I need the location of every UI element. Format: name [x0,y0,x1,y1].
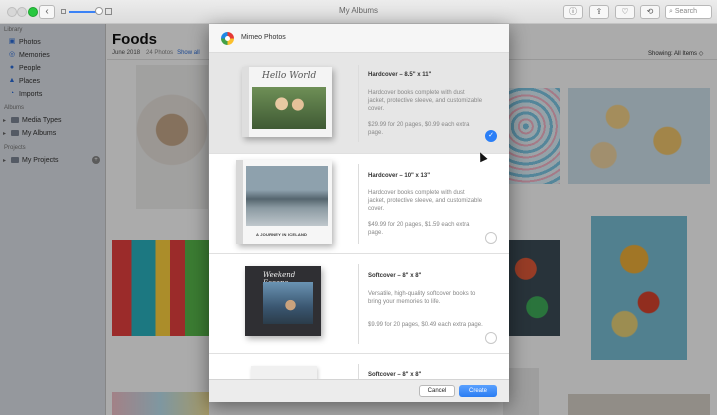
option-description: Hardcover books complete with dust jacke… [368,190,483,212]
book-spine [236,160,243,244]
book-cover-photo [252,87,326,129]
option-description: Hardcover books complete with dust jacke… [368,90,483,112]
sheet-title: Mimeo Photos [241,34,286,41]
search-placeholder: Search [674,8,698,15]
option-radio[interactable] [485,332,497,344]
photos-window: ‹ My Albums ⓘ ⇪ ♡ ⟲ ⌕ Search Library ▣ Ph… [0,0,717,415]
book-cover-photo [246,166,328,226]
share-button[interactable]: ⇪ [589,5,609,19]
option-name: Hardcover – 10" x 13" [368,173,431,179]
book-option-softcover-8x8[interactable]: Weekend Escape Softcover – 8" x 8" Versa… [209,254,509,354]
book-preview: Weekend Escape [245,266,321,336]
book-spine [242,67,249,137]
book-cover-photo [263,282,313,324]
mimeo-logo-icon [221,32,234,45]
title-bar: ‹ My Albums ⓘ ⇪ ♡ ⟲ ⌕ Search [0,0,717,24]
divider [358,65,359,142]
book-cover-text: A JOURNEY IN ICELAND [256,232,308,237]
divider [358,264,359,344]
option-price: $49.99 for 20 pages, $1.59 each extra pa… [368,222,470,236]
heart-icon: ♡ [621,7,629,16]
option-price: $9.99 for 20 pages, $0.49 each extra pag… [368,322,483,328]
sheet-header: Mimeo Photos [209,24,509,53]
option-radio-selected[interactable]: ✓ [485,130,497,142]
book-option-hardcover-10x13[interactable]: A JOURNEY IN ICELAND Hardcover – 10" x 1… [209,154,509,254]
info-button[interactable]: ⓘ [563,5,583,19]
rotate-button[interactable]: ⟲ [640,5,660,19]
info-icon: ⓘ [569,7,577,16]
option-price: $29.99 for 20 pages, $0.99 each extra pa… [368,122,470,136]
divider [358,164,359,244]
search-input[interactable]: ⌕ Search [665,5,712,19]
mimeo-photos-sheet: Mimeo Photos Hello World Hardcover – 8.5… [209,24,509,402]
book-option-hardcover-8x11[interactable]: Hello World Hardcover – 8.5" x 11" Hardc… [209,53,509,154]
book-preview: Hello World [242,67,332,137]
option-name: Softcover – 8" x 8" [368,273,422,279]
rotate-icon: ⟲ [646,7,654,16]
share-icon: ⇪ [595,7,603,16]
sheet-footer: Cancel Create [209,379,509,402]
option-name: Softcover – 8" x 8" [368,372,422,378]
option-radio[interactable] [485,232,497,244]
option-name: Hardcover – 8.5" x 11" [368,72,432,78]
book-cover-text: Hello World [262,71,317,81]
option-description: Versatile, high-quality softcover books … [368,291,476,305]
book-preview: A JOURNEY IN ICELAND [236,160,332,244]
window-title: My Albums [338,6,379,15]
favorite-button[interactable]: ♡ [615,5,635,19]
cancel-button[interactable]: Cancel [419,385,455,397]
create-button[interactable]: Create [459,385,497,397]
